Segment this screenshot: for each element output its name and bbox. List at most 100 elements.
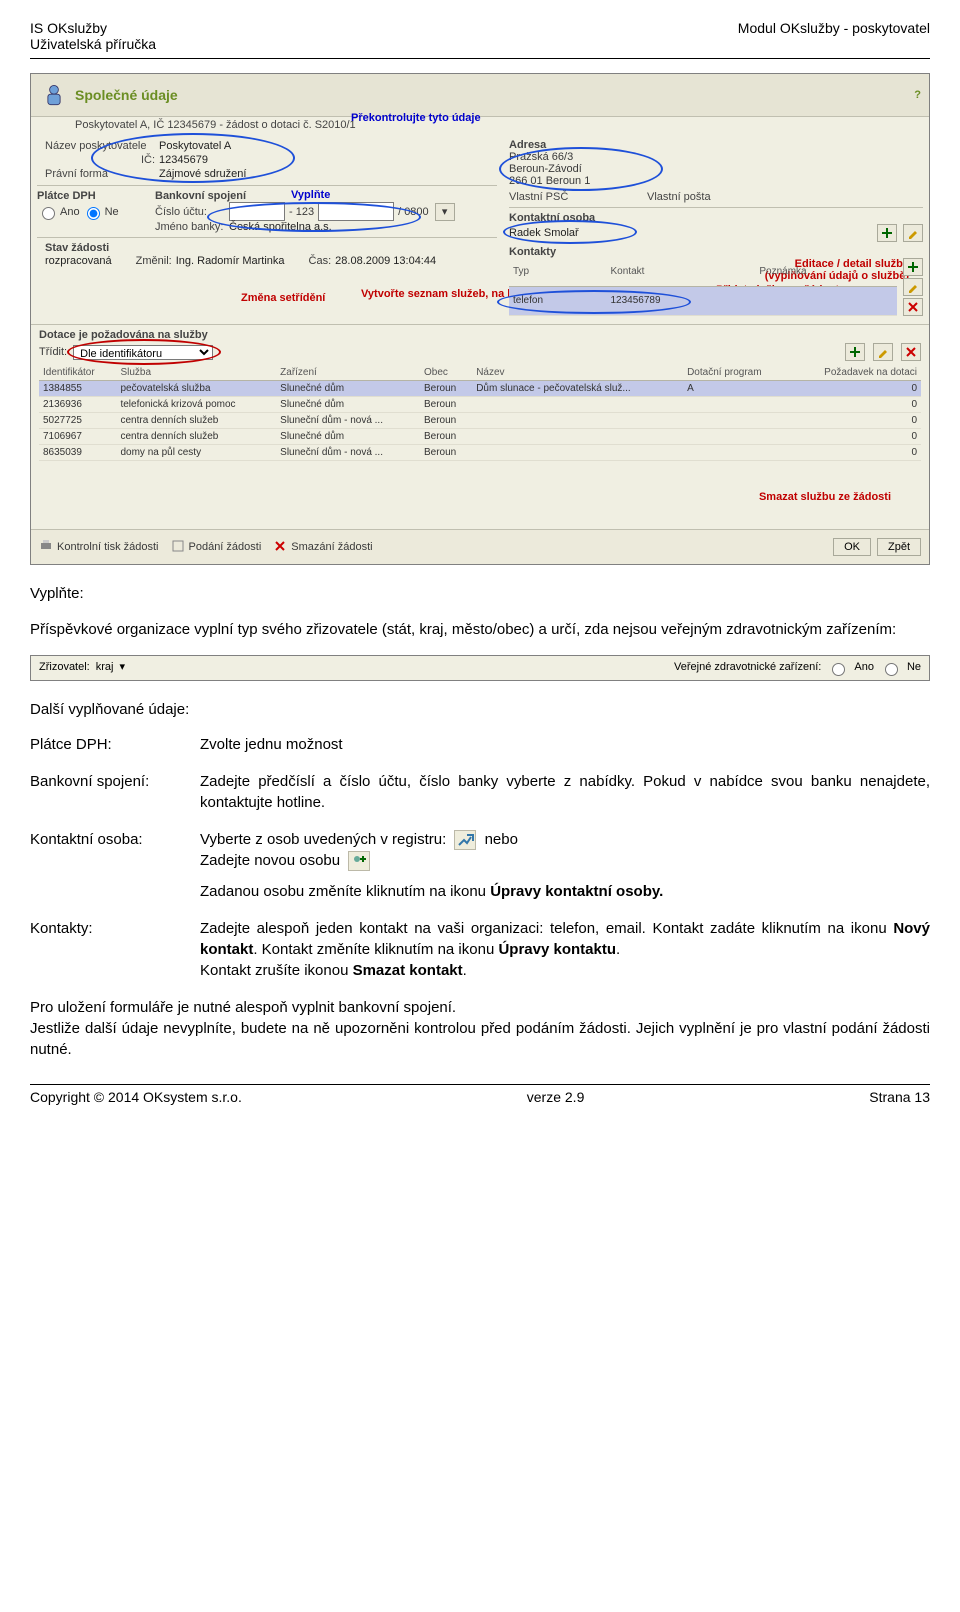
group-stav: Stav žádosti	[37, 242, 497, 254]
text: . Kontakt změníte kliknutím na ikonu	[253, 941, 494, 958]
delete-service-icon[interactable]	[901, 343, 921, 361]
para-tail: Pro uložení formuláře je nutné alespoň v…	[30, 997, 930, 1060]
th-obec[interactable]: Obec	[420, 365, 472, 381]
group-bank: Bankovní spojení	[155, 190, 497, 202]
group-dotace: Dotace je požadována na služby	[39, 329, 921, 341]
label-ko-row: Kontaktní osoba:	[30, 829, 200, 850]
label-bank-row: Bankovní spojení:	[30, 771, 200, 792]
th-dp[interactable]: Dotační program	[683, 365, 790, 381]
text: Zadejte novou osobu	[200, 852, 340, 869]
label-dph-row: Plátce DPH:	[30, 734, 200, 755]
value-kontaktni-osoba: Radek Smolař	[509, 227, 579, 239]
radio-dph-ne[interactable]	[87, 207, 100, 220]
value-ic: 12345679	[159, 154, 208, 166]
radio-dph-ano[interactable]	[42, 207, 55, 220]
label-tridit: Třídit:	[39, 346, 67, 358]
radio-vz-ano[interactable]	[832, 663, 845, 676]
footer-mid: verze 2.9	[527, 1089, 585, 1105]
select-icon	[454, 830, 476, 850]
footer-left: Copyright © 2014 OKsystem s.r.o.	[30, 1089, 242, 1105]
adresa-line2: Beroun-Závodí	[509, 163, 923, 175]
mini-app-window: Zřizovatel: kraj ▾ Veřejné zdravotnické …	[30, 655, 930, 681]
label-psc: Vlastní PSČ	[509, 191, 579, 203]
th-typ: Typ	[509, 258, 607, 286]
table-row[interactable]: 5027725centra denních služebSluneční dům…	[39, 413, 921, 429]
text: Zadanou osobu změníte kliknutím na ikonu	[200, 883, 486, 900]
label-vz-ano: Ano	[854, 660, 874, 675]
label-dph-ano: Ano	[60, 206, 80, 218]
table-row[interactable]: 7106967centra denních služebSlunečné dům…	[39, 429, 921, 445]
input-ucet-pre[interactable]	[229, 202, 285, 221]
label-ic: IČ:	[45, 154, 155, 166]
chevron-down-icon[interactable]: ▾	[119, 660, 125, 675]
adresa-line1: Pražská 66/3	[509, 151, 923, 163]
add-contact-icon[interactable]	[903, 258, 923, 276]
th-poznamka: Poznámka	[755, 258, 897, 286]
value-cas: 28.08.2009 13:04:44	[335, 255, 436, 267]
bank-suf: / 0800	[398, 206, 429, 218]
person-icon	[39, 80, 69, 110]
label-zrizovatel: Zřizovatel:	[39, 660, 90, 675]
text: Zadejte alespoň jeden kontakt na vaši or…	[200, 920, 887, 937]
link-kontrolni-tisk[interactable]: Kontrolní tisk žádosti	[39, 539, 159, 556]
annotation-overkontrol: Překontrolujte tyto údaje	[351, 112, 481, 124]
radio-vz-ne[interactable]	[885, 663, 898, 676]
text: .	[616, 941, 620, 958]
heading-vyplnte: Vyplňte:	[30, 583, 930, 604]
divider	[30, 58, 930, 59]
doc-subtitle: Uživatelská příručka	[30, 36, 930, 52]
edit-contact-icon[interactable]	[903, 278, 923, 296]
app-window: Společné údaje ? Poskytovatel A, IČ 1234…	[30, 73, 930, 565]
print-icon	[39, 539, 53, 556]
table-row[interactable]: 1384855pečovatelská službaSlunečné důmBe…	[39, 381, 921, 397]
text-bold: Smazat kontakt	[353, 962, 463, 979]
value-zrizovatel: kraj	[96, 660, 114, 675]
th-id[interactable]: Identifikátor	[39, 365, 116, 381]
label-vz: Veřejné zdravotnické zařízení:	[674, 660, 821, 675]
text: nebo	[485, 831, 518, 848]
value-stav: rozpracovaná	[45, 255, 112, 267]
link-podani[interactable]: Podání žádosti	[171, 539, 262, 556]
app-title: Společné údaje	[75, 87, 178, 103]
th-pd[interactable]: Požadavek na dotaci	[790, 365, 921, 381]
label-kontrolni: Kontrolní tisk žádosti	[57, 541, 159, 553]
back-button[interactable]: Zpět	[877, 538, 921, 556]
value-ko-row: Vyberte z osob uvedených v registru: neb…	[200, 829, 930, 902]
th-zarizeni[interactable]: Zařízení	[276, 365, 420, 381]
table-row[interactable]: 8635039domy na půl cestySluneční dům - n…	[39, 445, 921, 461]
edit-service-icon[interactable]	[873, 343, 893, 361]
select-tridit[interactable]: Dle identifikátoru	[73, 345, 213, 360]
label-posta: Vlastní pošta	[647, 191, 727, 203]
group-kontakty: Kontakty	[509, 246, 923, 258]
table-row[interactable]: telefon 123456789	[509, 286, 897, 315]
annotation-smazat: Smazat službu ze žádosti	[39, 491, 921, 503]
value-nazev: Poskytovatel A	[159, 140, 231, 152]
group-dph: Plátce DPH	[37, 190, 147, 204]
chevron-down-icon[interactable]: ▾	[435, 203, 455, 221]
input-ucet-num[interactable]	[318, 202, 394, 221]
text: .	[463, 962, 467, 979]
edit-person-icon[interactable]	[903, 224, 923, 242]
label-zmenil: Změnil:	[136, 255, 172, 267]
label-vz-ne: Ne	[907, 660, 921, 675]
value-jmeno-banky: Česká spořitelna a.s.	[229, 221, 332, 233]
add-service-icon[interactable]	[845, 343, 865, 361]
label-nazev: Název poskytovatele	[45, 140, 155, 152]
adresa-line3: 266 01 Beroun 1	[509, 175, 923, 187]
delete-contact-icon[interactable]	[903, 298, 923, 316]
add-person-icon	[348, 851, 370, 871]
trash-icon	[273, 539, 287, 556]
add-person-icon[interactable]	[877, 224, 897, 242]
link-smazani[interactable]: Smazání žádosti	[273, 539, 372, 556]
table-row[interactable]: 2136936telefonická krizová pomocSlunečné…	[39, 397, 921, 413]
th-nazev[interactable]: Název	[472, 365, 683, 381]
label-cas: Čas:	[309, 255, 332, 267]
submit-icon	[171, 539, 185, 556]
cell-typ: telefon	[509, 286, 607, 315]
th-sluzba[interactable]: Služba	[116, 365, 276, 381]
help-icon[interactable]: ?	[914, 89, 921, 101]
th-kontakt: Kontakt	[607, 258, 756, 286]
ok-button[interactable]: OK	[833, 538, 871, 556]
footer-right: Strana 13	[869, 1089, 930, 1105]
doc-title-left: IS OKslužby	[30, 20, 107, 36]
